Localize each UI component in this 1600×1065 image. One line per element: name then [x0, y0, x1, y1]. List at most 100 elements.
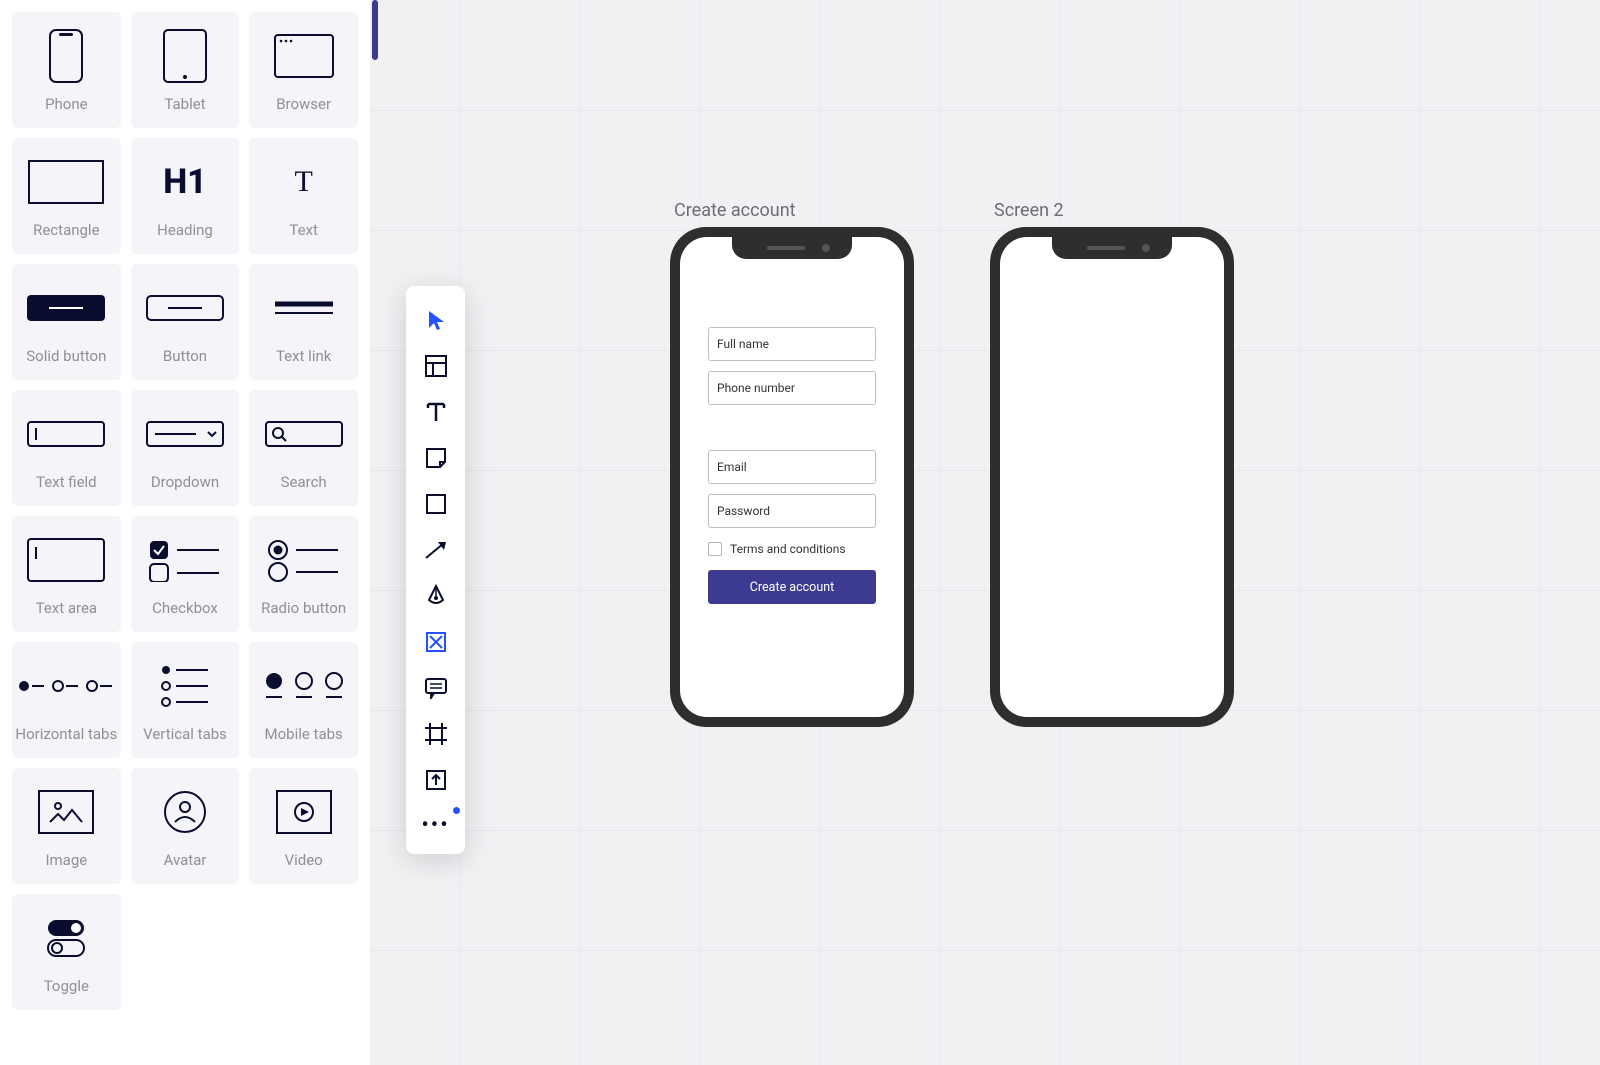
palette-item-heading[interactable]: H1 Heading [131, 138, 240, 254]
text-tool[interactable] [422, 398, 450, 426]
palette-item-image[interactable]: Image [12, 768, 121, 884]
palette-item-horizontal-tabs[interactable]: Horizontal tabs [12, 642, 121, 758]
palette-label: Button [163, 349, 207, 364]
palette-item-avatar[interactable]: Avatar [131, 768, 240, 884]
device-screen[interactable]: Full name Phone number Email Password Te… [680, 237, 904, 717]
note-tool[interactable] [422, 444, 450, 472]
palette-label: Toggle [44, 979, 89, 994]
artboard-label[interactable]: Screen 2 [990, 200, 1234, 221]
palette-label: Dropdown [151, 475, 219, 490]
palette-item-mobile-tabs[interactable]: Mobile tabs [249, 642, 358, 758]
palette-item-text[interactable]: T Text [249, 138, 358, 254]
palette-label: Horizontal tabs [15, 727, 117, 742]
palette-label: Video [285, 853, 323, 868]
palette-item-text-link[interactable]: Text link [249, 264, 358, 380]
frame-tool[interactable] [422, 720, 450, 748]
avatar-icon [163, 785, 207, 839]
text-area-icon [27, 533, 105, 587]
palette-label: Checkbox [152, 601, 218, 616]
design-canvas[interactable]: ••• Create account Full name Phone numbe… [370, 0, 1600, 1065]
pen-tool[interactable] [422, 582, 450, 610]
export-tool[interactable] [422, 766, 450, 794]
palette-label: Text area [36, 601, 97, 616]
select-tool[interactable] [422, 306, 450, 334]
palette-label: Image [45, 853, 87, 868]
image-icon [38, 785, 94, 839]
device-notch [1052, 237, 1172, 259]
vertical-tabs-icon [160, 659, 210, 713]
rectangle-tool[interactable] [422, 490, 450, 518]
full-name-field[interactable]: Full name [708, 327, 876, 361]
rectangle-icon [28, 155, 104, 209]
layout-tool[interactable] [422, 352, 450, 380]
palette-item-dropdown[interactable]: Dropdown [131, 390, 240, 506]
palette-item-vertical-tabs[interactable]: Vertical tabs [131, 642, 240, 758]
device-screen[interactable] [1000, 237, 1224, 717]
palette-label: Text [289, 223, 318, 238]
palette-label: Mobile tabs [265, 727, 343, 742]
palette-item-browser[interactable]: Browser [249, 12, 358, 128]
palette-label: Tablet [164, 97, 205, 112]
palette-label: Rectangle [33, 223, 99, 238]
email-field[interactable]: Email [708, 450, 876, 484]
icon-tool[interactable] [422, 628, 450, 656]
palette-label: Heading [157, 223, 213, 238]
toggle-icon [46, 911, 86, 965]
password-field[interactable]: Password [708, 494, 876, 528]
horizontal-tabs-icon [18, 659, 114, 713]
terms-checkbox-row[interactable]: Terms and conditions [708, 542, 876, 556]
signup-form: Full name Phone number Email Password Te… [708, 327, 876, 604]
floating-toolbar: ••• [406, 286, 465, 854]
canvas-scroll-indicator[interactable] [372, 0, 378, 60]
palette-label: Vertical tabs [143, 727, 227, 742]
text-field-icon [27, 407, 105, 461]
palette-item-button[interactable]: Button [131, 264, 240, 380]
palette-label: Text link [276, 349, 331, 364]
palette-item-text-area[interactable]: Text area [12, 516, 121, 632]
palette-item-checkbox[interactable]: Checkbox [131, 516, 240, 632]
palette-label: Solid button [26, 349, 106, 364]
checkbox-label: Terms and conditions [730, 542, 846, 556]
create-account-button[interactable]: Create account [708, 570, 876, 604]
palette-item-text-field[interactable]: Text field [12, 390, 121, 506]
arrow-tool[interactable] [422, 536, 450, 564]
more-tools[interactable]: ••• [422, 812, 450, 840]
comment-tool[interactable] [422, 674, 450, 702]
palette-item-solid-button[interactable]: Solid button [12, 264, 121, 380]
palette-grid: Phone Tablet Browser Rectangle H1 Headin… [12, 12, 358, 1010]
solid-button-icon [27, 281, 105, 335]
tablet-icon [163, 29, 207, 83]
device-notch [732, 237, 852, 259]
palette-label: Phone [45, 97, 88, 112]
palette-item-phone[interactable]: Phone [12, 12, 121, 128]
text-icon: T [294, 155, 312, 209]
search-icon [265, 407, 343, 461]
text-link-icon [275, 281, 333, 335]
palette-item-tablet[interactable]: Tablet [131, 12, 240, 128]
palette-item-toggle[interactable]: Toggle [12, 894, 121, 1010]
checkbox-box[interactable] [708, 542, 722, 556]
palette-label: Avatar [164, 853, 207, 868]
palette-item-radio-button[interactable]: Radio button [249, 516, 358, 632]
palette-label: Text field [36, 475, 97, 490]
phone-number-field[interactable]: Phone number [708, 371, 876, 405]
mobile-tabs-icon [262, 659, 346, 713]
radio-button-icon [268, 533, 340, 587]
phone-icon [49, 29, 83, 83]
palette-item-video[interactable]: Video [249, 768, 358, 884]
palette-item-search[interactable]: Search [249, 390, 358, 506]
browser-icon [274, 29, 334, 83]
palette-item-rectangle[interactable]: Rectangle [12, 138, 121, 254]
artboard-label[interactable]: Create account [670, 200, 914, 221]
button-icon [146, 281, 224, 335]
palette-label: Search [281, 475, 327, 490]
video-icon [276, 785, 332, 839]
artboard-create-account[interactable]: Create account Full name Phone number Em… [670, 200, 914, 727]
palette-label: Radio button [261, 601, 346, 616]
heading-icon: H1 [163, 155, 207, 209]
artboard-screen-2[interactable]: Screen 2 [990, 200, 1234, 727]
component-palette: Phone Tablet Browser Rectangle H1 Headin… [0, 0, 370, 1065]
dropdown-icon [146, 407, 224, 461]
palette-label: Browser [276, 97, 331, 112]
checkbox-icon [149, 533, 221, 587]
